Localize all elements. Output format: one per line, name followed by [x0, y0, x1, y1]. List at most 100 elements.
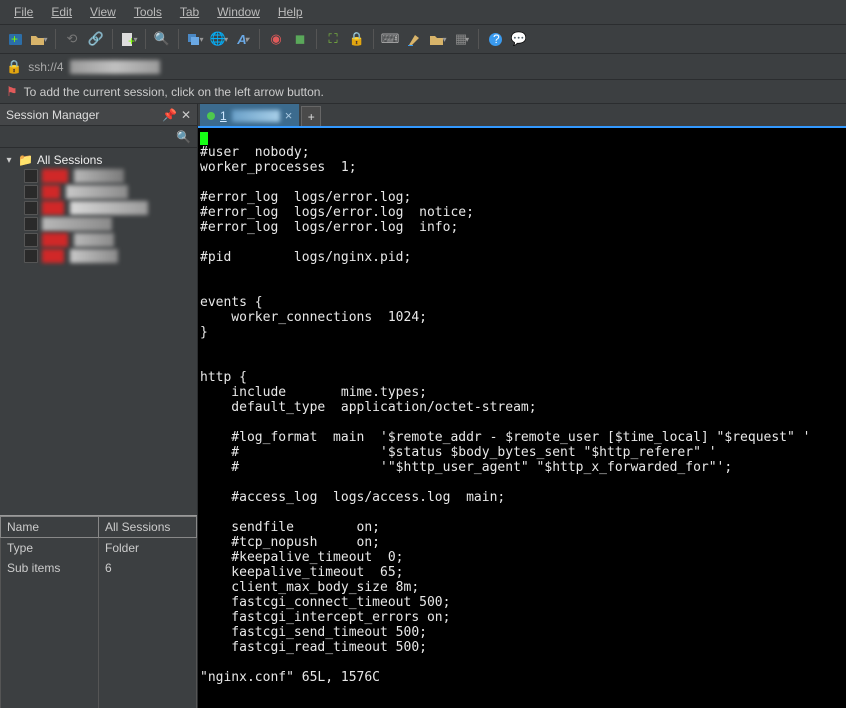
flag-icon: ⚑: [6, 84, 18, 100]
redacted: [42, 249, 64, 263]
redacted: [70, 249, 118, 263]
redacted: [74, 233, 114, 247]
tree-children: [24, 168, 193, 264]
body-row: Session Manager 📌 ✕ 🔍 ▾ 📁 All Sessions: [0, 104, 846, 708]
props-header-name: Name: [1, 517, 99, 538]
sidebar-title: Session Manager: [6, 108, 158, 122]
tree-item[interactable]: [24, 216, 193, 232]
host-icon: [24, 249, 38, 263]
tree-item[interactable]: [24, 184, 193, 200]
lock-small-icon: 🔒: [6, 59, 22, 75]
toolbar: + ▾ ⟲ 🔗 +▾ 🔍 ▾ 🌐▾ A▾ ◉ ◼ ⛶ 🔒 ⌨ ▾ ▦▾ ? 💬: [0, 24, 846, 54]
tab-close-icon[interactable]: ×: [285, 108, 293, 123]
hint-text: To add the current session, click on the…: [24, 85, 324, 99]
menu-view[interactable]: View: [82, 3, 124, 21]
help-icon[interactable]: ?: [484, 28, 506, 50]
tree-item[interactable]: [24, 248, 193, 264]
menubar: File Edit View Tools Tab Window Help: [0, 0, 846, 24]
highlight-icon[interactable]: [403, 28, 425, 50]
svg-text:+: +: [11, 32, 18, 46]
prop-val: 6: [99, 558, 197, 578]
tree-root-label: All Sessions: [37, 153, 102, 167]
sidebar-filter[interactable]: 🔍: [0, 126, 197, 148]
terminal[interactable]: #user nobody; worker_processes 1; #error…: [198, 128, 846, 708]
addressbar[interactable]: 🔒 ssh://4: [0, 54, 846, 80]
fullscreen-icon[interactable]: ⛶: [322, 28, 344, 50]
filter-search-icon[interactable]: 🔍: [176, 130, 191, 144]
menu-window[interactable]: Window: [209, 3, 268, 21]
close-icon[interactable]: ✕: [181, 108, 191, 122]
menu-edit[interactable]: Edit: [43, 3, 80, 21]
redacted: [74, 169, 124, 183]
props-row: TypeFolder: [1, 538, 197, 559]
separator: [259, 29, 260, 49]
record-icon[interactable]: ◉: [265, 28, 287, 50]
host-icon: [24, 169, 38, 183]
menu-tab[interactable]: Tab: [172, 3, 207, 21]
grid-icon[interactable]: ▦▾: [451, 28, 473, 50]
new-file-icon[interactable]: +▾: [118, 28, 140, 50]
props-header-value: All Sessions: [99, 517, 197, 538]
terminal-cursor: [200, 132, 208, 145]
hintbar: ⚑ To add the current session, click on t…: [0, 80, 846, 104]
menu-file[interactable]: File: [6, 3, 41, 21]
copy-icon[interactable]: ▾: [184, 28, 206, 50]
keyboard-icon[interactable]: ⌨: [379, 28, 401, 50]
chat-icon[interactable]: 💬: [508, 28, 530, 50]
sidebar-header: Session Manager 📌 ✕: [0, 104, 197, 126]
svg-text:?: ?: [493, 32, 500, 46]
connected-dot-icon: [207, 112, 215, 120]
sidebar: Session Manager 📌 ✕ 🔍 ▾ 📁 All Sessions: [0, 104, 198, 708]
redacted: [42, 201, 64, 215]
tree-item[interactable]: [24, 168, 193, 184]
stop-icon[interactable]: ◼: [289, 28, 311, 50]
folder-icon: 📁: [18, 153, 33, 167]
address-redacted: [70, 60, 160, 74]
host-icon: [24, 185, 38, 199]
redacted: [42, 233, 68, 247]
new-tab-button[interactable]: +: [301, 106, 321, 126]
reconnect-icon[interactable]: ⟲: [61, 28, 83, 50]
folder-open-icon[interactable]: ▾: [427, 28, 449, 50]
menu-help[interactable]: Help: [270, 3, 311, 21]
prop-val: Folder: [99, 538, 197, 559]
menu-tools[interactable]: Tools: [126, 3, 170, 21]
separator: [373, 29, 374, 49]
editor-area: 1 × + #user nobody; worker_processes 1; …: [198, 104, 846, 708]
prop-key: Type: [1, 538, 99, 559]
new-terminal-icon[interactable]: +: [4, 28, 26, 50]
host-icon: [24, 201, 38, 215]
tab-label-redacted: [232, 110, 280, 122]
tab-active[interactable]: 1 ×: [200, 104, 299, 126]
session-tree[interactable]: ▾ 📁 All Sessions: [0, 148, 197, 515]
props-header-row: Name All Sessions: [1, 517, 197, 538]
separator: [316, 29, 317, 49]
redacted: [42, 217, 112, 231]
redacted: [42, 185, 60, 199]
separator: [112, 29, 113, 49]
open-folder-icon[interactable]: ▾: [28, 28, 50, 50]
font-style-icon[interactable]: A▾: [232, 28, 254, 50]
chain-link-icon[interactable]: 🔗: [85, 28, 107, 50]
redacted: [70, 201, 148, 215]
props-filler: [1, 578, 197, 708]
tree-root[interactable]: ▾ 📁 All Sessions: [4, 152, 193, 168]
props-row: Sub items6: [1, 558, 197, 578]
address-text: ssh://4: [28, 60, 63, 74]
pin-icon[interactable]: 📌: [162, 108, 177, 122]
host-icon: [24, 217, 38, 231]
tabstrip: 1 × +: [198, 104, 846, 128]
tab-label-prefix: 1: [220, 109, 227, 123]
separator: [145, 29, 146, 49]
redacted: [42, 169, 68, 183]
lock-icon[interactable]: 🔒: [346, 28, 368, 50]
separator: [478, 29, 479, 49]
globe-icon[interactable]: 🌐▾: [208, 28, 230, 50]
search-icon[interactable]: 🔍: [151, 28, 173, 50]
tree-item[interactable]: [24, 200, 193, 216]
tree-collapse-icon[interactable]: ▾: [4, 155, 14, 166]
separator: [178, 29, 179, 49]
redacted: [66, 185, 128, 199]
tree-item[interactable]: [24, 232, 193, 248]
host-icon: [24, 233, 38, 247]
